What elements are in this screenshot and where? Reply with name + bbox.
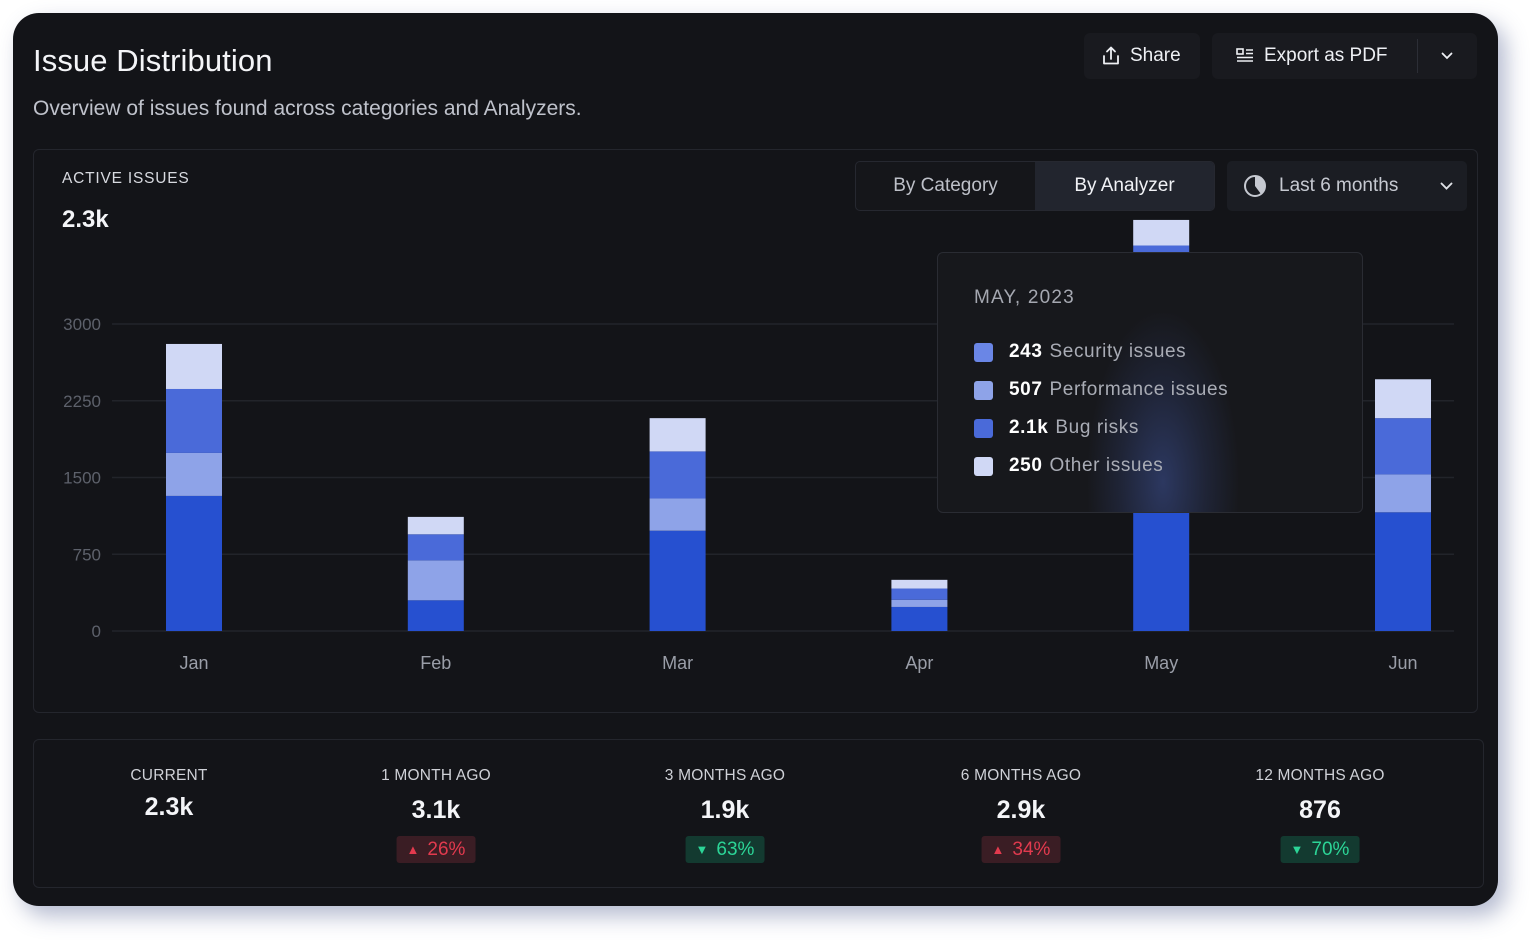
document-lines-icon: [1236, 48, 1253, 62]
tooltip-value: 507: [1009, 379, 1043, 400]
tooltip-value: 243: [1009, 341, 1043, 362]
bar-segment-performance-issues[interactable]: [1375, 474, 1431, 513]
y-tick-label: 3000: [63, 315, 101, 334]
stat-value: 3.1k: [411, 796, 461, 824]
bar-segment-bug-risks[interactable]: [166, 388, 222, 453]
stat-value: 876: [1299, 796, 1341, 824]
x-tick-label: Jun: [1388, 653, 1417, 673]
x-tick-label: Apr: [905, 653, 933, 673]
tooltip-label: Security issues: [1049, 341, 1187, 362]
change-badge: ▼ 70%: [1280, 836, 1360, 863]
bar-segment-security-issues[interactable]: [1375, 512, 1431, 631]
tooltip-value: 250: [1009, 455, 1043, 476]
triangle-up-icon: ▲: [991, 842, 1005, 857]
change-badge: ▼ 63%: [685, 836, 765, 863]
issue-distribution-card: Issue Distribution Overview of issues fo…: [13, 13, 1498, 906]
change-badge: ▲ 34%: [981, 836, 1061, 863]
change-badge: ▲ 26%: [396, 836, 476, 863]
bar-segment-bug-risks[interactable]: [891, 588, 948, 600]
change-value: 34%: [1012, 838, 1051, 860]
x-tick-label: Feb: [420, 653, 451, 673]
bar-segment-bug-risks[interactable]: [407, 534, 464, 561]
tooltip-row-bug-risks: 2.1k Bug risks: [974, 417, 1139, 439]
tooltip-row-other: 250 Other issues: [974, 455, 1163, 477]
tooltip-value: 2.1k: [1009, 417, 1049, 438]
export-label: Export as PDF: [1264, 45, 1388, 66]
chart-panel: ACTIVE ISSUES 2.3k By Category By Analyz…: [33, 149, 1478, 713]
legend-swatch-security: [974, 342, 993, 362]
bar-segment-bug-risks[interactable]: [649, 451, 706, 499]
bar-segment-other-issues[interactable]: [166, 343, 222, 389]
change-value: 26%: [427, 838, 466, 860]
y-tick-label: 2250: [63, 392, 101, 411]
x-tick-label: Mar: [662, 653, 693, 673]
chevron-down-icon: [1441, 52, 1453, 60]
bar-segment-other-issues[interactable]: [649, 418, 706, 452]
bar-segment-security-issues[interactable]: [166, 495, 222, 631]
triangle-down-icon: ▼: [695, 842, 709, 857]
stat-label: 12 MONTHS AGO: [1255, 767, 1385, 784]
x-tick-label: May: [1144, 653, 1178, 673]
y-tick-label: 750: [73, 545, 101, 564]
stats-panel: CURRENT 2.3k 1 MONTH AGO 3.1k ▲ 26% 3 MON…: [33, 739, 1484, 888]
bar-segment-other-issues[interactable]: [1133, 219, 1190, 246]
stat-value: 2.9k: [996, 796, 1046, 824]
page-title: Issue Distribution: [33, 43, 273, 78]
share-label: Share: [1130, 45, 1181, 66]
triangle-up-icon: ▲: [406, 842, 420, 857]
stat-label: 1 MONTH AGO: [381, 767, 491, 784]
tooltip-label: Performance issues: [1049, 379, 1229, 400]
stat-value: 1.9k: [700, 796, 750, 824]
export-options-dropdown[interactable]: [1417, 33, 1477, 79]
stat-label: CURRENT: [130, 767, 208, 784]
y-tick-label: 1500: [63, 469, 101, 488]
stat-label: 6 MONTHS AGO: [960, 767, 1082, 784]
bar-segment-performance-issues[interactable]: [166, 452, 222, 496]
bar-segment-other-issues[interactable]: [407, 516, 464, 535]
tooltip-label: Bug risks: [1055, 417, 1139, 438]
tooltip-title: MAY, 2023: [974, 287, 1075, 308]
stat-value: 2.3k: [144, 793, 194, 821]
legend-swatch-bug-risks: [974, 418, 993, 438]
share-icon: [1103, 46, 1119, 65]
bar-segment-performance-issues[interactable]: [649, 498, 706, 531]
tooltip-label: Other issues: [1049, 455, 1164, 476]
bar-segment-security-issues[interactable]: [891, 606, 948, 631]
bar-segment-security-issues[interactable]: [1133, 512, 1190, 631]
chart-tooltip: MAY, 2023 243 Security issues 507 Perfor…: [937, 252, 1363, 513]
bar-segment-security-issues[interactable]: [407, 600, 464, 631]
stat-label: 3 MONTHS AGO: [664, 767, 786, 784]
bar-segment-other-issues[interactable]: [891, 579, 948, 589]
x-tick-label: Jan: [179, 653, 208, 673]
tooltip-row-security: 243 Security issues: [974, 341, 1186, 363]
bar-segment-other-issues[interactable]: [1375, 379, 1431, 419]
change-value: 63%: [716, 838, 755, 860]
y-tick-label: 0: [92, 622, 101, 641]
tooltip-row-performance: 507 Performance issues: [974, 379, 1228, 401]
bar-segment-performance-issues[interactable]: [407, 560, 464, 601]
share-button[interactable]: Share: [1084, 33, 1200, 79]
page-subtitle: Overview of issues found across categori…: [33, 97, 582, 120]
bar-segment-bug-risks[interactable]: [1375, 418, 1431, 475]
legend-swatch-other: [974, 456, 993, 476]
bar-segment-security-issues[interactable]: [649, 530, 706, 631]
bar-segment-performance-issues[interactable]: [891, 599, 948, 607]
legend-swatch-performance: [974, 380, 993, 400]
triangle-down-icon: ▼: [1290, 842, 1304, 857]
change-value: 70%: [1311, 838, 1350, 860]
